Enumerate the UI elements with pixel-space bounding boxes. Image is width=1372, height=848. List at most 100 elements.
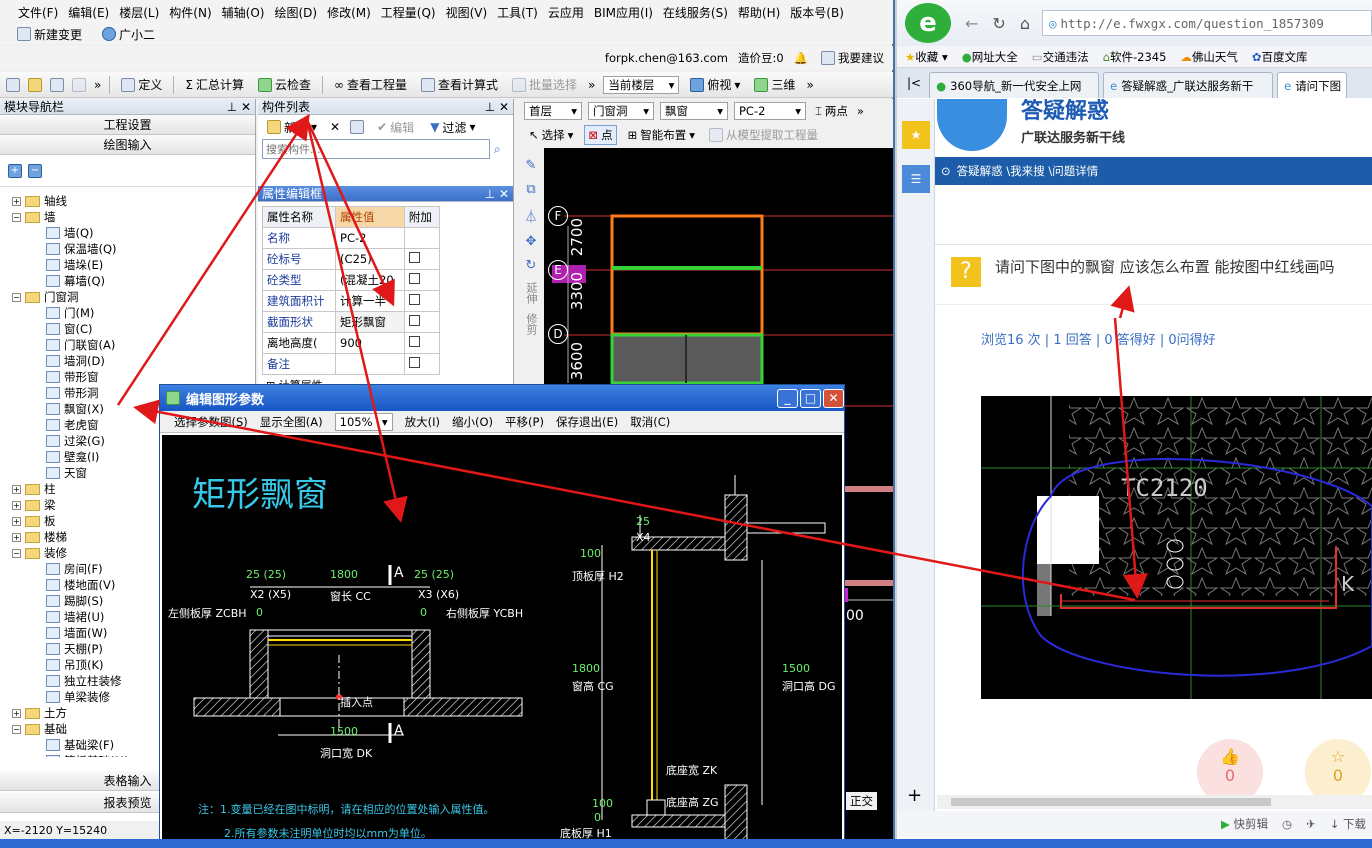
type-select[interactable]: 飘窗 ▾ [660,102,728,120]
tree-item[interactable]: 墙(Q) [0,225,255,241]
rotate-icon[interactable]: ↻ [526,258,537,273]
copy-icon[interactable]: ⧉ [526,182,535,197]
close-button[interactable]: ✕ [823,388,844,408]
tree-item[interactable]: 带形窗 [0,369,255,385]
fav-traffic[interactable]: ▭交通违法 [1032,49,1089,65]
view-quantity-button[interactable]: ∞ 查看工程量 [331,75,410,94]
tree-item[interactable]: 墙洞(D) [0,353,255,369]
pen-icon[interactable]: ✎ [526,158,537,173]
property-value[interactable]: 矩形飘窗 [335,311,405,333]
expand-icon[interactable]: + [12,708,21,718]
tree-item[interactable]: 幕墙(Q) [0,273,255,289]
menu-item[interactable]: 构件(N) [165,4,215,21]
property-value[interactable]: PC-2 [335,227,405,249]
save-exit-button[interactable]: 保存退出(E) [556,414,618,430]
speed-icon[interactable]: ◷ [1282,817,1292,831]
add-icon[interactable]: + [907,785,922,806]
attach-checkbox[interactable] [408,357,420,368]
menu-item[interactable]: 修改(M) [323,4,375,21]
open-folder-icon[interactable] [28,77,42,92]
new-component-button[interactable]: 新建 ▾ [264,118,320,137]
property-value[interactable]: (混凝土20 [335,269,405,291]
bell-icon[interactable]: 🔔 [794,51,808,65]
select-button[interactable]: ↖ 选择 ▾ [526,126,576,144]
pin-icon[interactable]: ⊥ [485,187,495,201]
favorite-star-icon[interactable]: ★ [902,121,930,149]
toolbar-overflow-icon[interactable]: » [94,78,101,92]
show-all-button[interactable]: 显示全图(A) [260,414,323,430]
batch-select-button[interactable]: 批量选择 [509,75,580,94]
attach-checkbox[interactable] [408,315,420,326]
attach-checkbox[interactable] [408,294,420,305]
filter-button[interactable]: ▼ 过滤 ▾ [427,118,478,137]
two-point-button[interactable]: ⌶ 两点 [812,102,851,120]
save-icon[interactable] [50,77,64,92]
attach-checkbox[interactable] [408,252,420,263]
menu-item[interactable]: 版本号(B) [786,4,848,21]
mirror-icon[interactable]: ⏃ [524,206,537,225]
category-select[interactable]: 门窗洞 ▾ [588,102,654,120]
maximize-button[interactable]: □ [800,388,821,408]
property-row[interactable]: 建筑面积计 计算一半 [261,290,441,312]
delete-icon[interactable]: ✕ [330,120,340,134]
tree-item[interactable]: 墙垛(E) [0,257,255,273]
close-icon[interactable]: ✕ [499,100,509,114]
pan-button[interactable]: 平移(P) [505,414,544,430]
fav-site-nav[interactable]: ●网址大全 [962,49,1018,65]
drawing-input-button[interactable]: 绘图输入 [0,135,255,155]
tree-item[interactable]: 门(M) [0,305,255,321]
expand-icon[interactable]: + [12,516,21,526]
new-change-button[interactable]: 新建变更 [14,25,85,44]
tree-folder[interactable]: − 墙 [0,209,255,225]
fav-weather[interactable]: ☁佛山天气 [1180,49,1238,65]
attach-checkbox[interactable] [408,273,420,284]
param-diagram-canvas[interactable]: 矩形飘窗 25 (25) 1800 A 25 (25) X2 (X5) 窗长 C… [162,435,842,845]
ortho-toggle[interactable]: 正交 [846,792,877,810]
cancel-button[interactable]: 取消(C) [630,414,670,430]
view-mode-button[interactable]: 俯视 ▾ [687,75,743,94]
back-icon[interactable]: ← [965,14,978,33]
download-button[interactable]: ↓ 下载 [1330,816,1366,832]
tree-folder[interactable]: − 门窗洞 [0,289,255,305]
property-value[interactable]: 计算一半 [335,290,405,312]
smart-layout-button[interactable]: ⊞ 智能布置 ▾ [625,126,698,144]
extract-quantity-button[interactable]: 从模型提取工程量 [706,126,821,144]
guangxiaoer-button[interactable]: 广小二 [99,25,158,44]
menu-item[interactable]: 编辑(E) [64,4,113,21]
menu-item[interactable]: 绘图(D) [270,4,321,21]
toolbar-overflow-icon[interactable]: » [588,78,595,92]
search-icon[interactable]: ⌕ [494,142,501,157]
property-value[interactable]: (C25) [335,248,405,270]
menu-item[interactable]: 楼层(L) [115,4,163,21]
new-file-icon[interactable] [6,77,20,92]
list-icon[interactable]: ☰ [902,165,930,193]
cloud-check-button[interactable]: 云检查 [255,75,314,94]
expand-icon[interactable]: + [12,196,21,206]
menu-item[interactable]: 工程量(Q) [377,4,440,21]
menu-item[interactable]: BIM应用(I) [590,4,657,21]
pin-icon[interactable]: ⊥ [485,100,495,114]
select-param-diagram-button[interactable]: 选择参数图(S) [174,414,248,430]
tree-item[interactable]: 门联窗(A) [0,337,255,353]
component-search-input[interactable] [262,139,490,159]
item-select[interactable]: PC-2 ▾ [734,102,806,120]
attach-checkbox[interactable] [408,336,420,347]
collapse-icon[interactable]: − [12,548,21,558]
undo-icon[interactable] [72,77,86,92]
question-image[interactable]: TC2120 K [981,396,1372,699]
tree-item[interactable]: 保温墙(Q) [0,241,255,257]
property-value[interactable] [335,353,405,375]
current-floor-select[interactable]: 当前楼层 ▾ [603,75,680,94]
menu-item[interactable]: 视图(V) [442,4,492,21]
summary-calc-button[interactable]: Σ 汇总计算 [182,75,247,94]
collapse-icon[interactable]: − [12,292,21,302]
tab-answers[interactable]: e 答疑解惑_广联达服务新干 [1103,72,1274,98]
collapse-icon[interactable]: − [12,212,21,222]
minimize-button[interactable]: _ [777,388,798,408]
collapse-icon[interactable]: − [12,724,21,734]
expand-icon[interactable]: + [12,484,21,494]
collapse-all-icon[interactable]: − [28,163,42,178]
floor-select[interactable]: 首层 ▾ [524,102,582,120]
pin-icon[interactable]: ⊥ [227,100,237,114]
fav-software[interactable]: ⌂软件-2345 [1103,49,1167,65]
